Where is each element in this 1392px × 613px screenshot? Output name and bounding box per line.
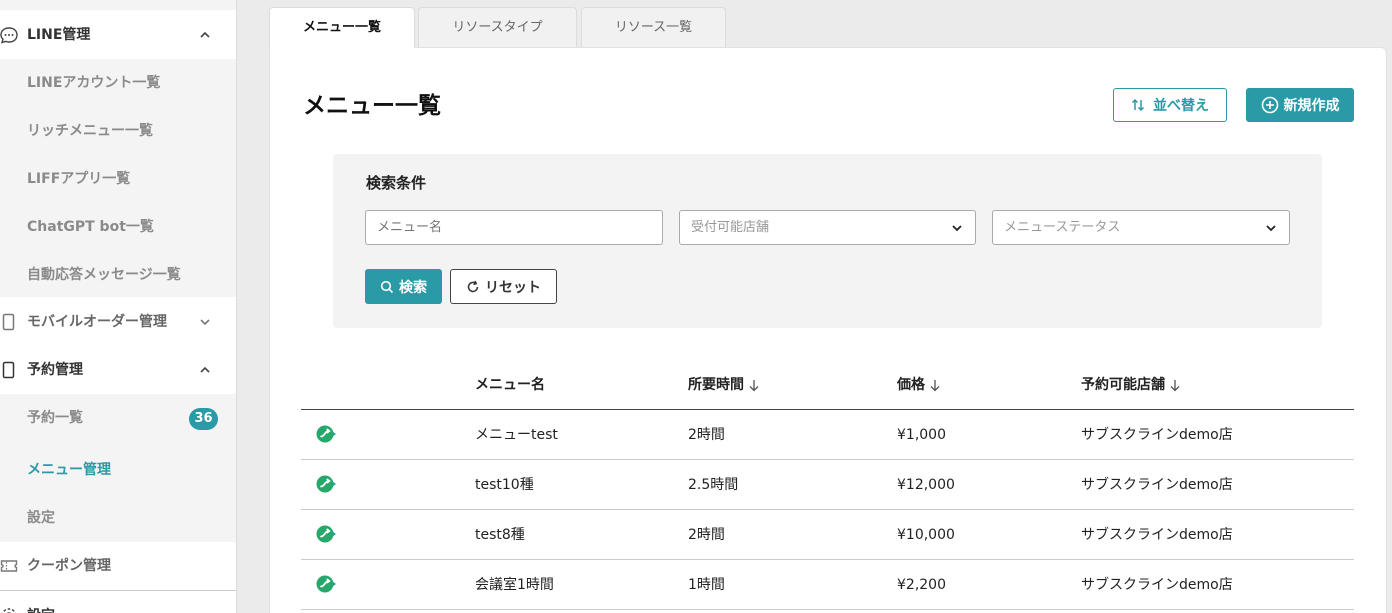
sidebar-group-settings[interactable]: 設定 (0, 592, 236, 613)
store-select-placeholder: 受付可能店舗 (691, 220, 770, 235)
menu-name-input[interactable] (365, 210, 663, 245)
table-row[interactable]: test10種 2.5時間 ¥12,000 サブスクラインdemo店 (301, 460, 1354, 510)
mobile-icon (2, 361, 15, 379)
price-cell: ¥1,000 (897, 427, 946, 443)
column-header-stores[interactable]: 予約可能店舗 (1081, 374, 1181, 396)
arrow-down-icon (749, 379, 759, 391)
chat-bubble-icon (0, 27, 18, 44)
sidebar-divider (0, 590, 236, 591)
column-header-label: 所要時間 (688, 377, 744, 393)
sort-button[interactable]: 並べ替え (1113, 88, 1227, 122)
column-header-price[interactable]: 価格 (897, 374, 941, 396)
duration-cell: 1時間 (688, 577, 725, 593)
store-cell: サブスクラインdemo店 (1081, 577, 1233, 593)
published-status-icon (316, 425, 336, 443)
sidebar-group-line[interactable]: LINE管理 (0, 11, 236, 59)
search-button-label: 検索 (399, 278, 427, 295)
table-row[interactable]: メニューtest 2時間 ¥1,000 サブスクラインdemo店 (301, 410, 1354, 460)
sidebar-group-reservation[interactable]: 予約管理 (0, 346, 236, 394)
menu-name-cell: test8種 (475, 527, 525, 543)
status-select-placeholder: メニューステータス (1004, 220, 1121, 235)
duration-cell: 2.5時間 (688, 477, 739, 493)
tab-resource-type[interactable]: リソースタイプ (418, 7, 577, 47)
chevron-down-icon (200, 319, 210, 326)
duration-cell: 2時間 (688, 427, 725, 443)
published-status-icon (316, 475, 336, 493)
gear-icon (1, 608, 17, 613)
sidebar-item-label: リッチメニュー一覧 (27, 123, 153, 139)
sidebar-item-menu-management[interactable]: メニュー管理 (0, 446, 236, 494)
sidebar-group-label: LINE管理 (27, 27, 91, 43)
chevron-down-icon (1266, 225, 1276, 232)
sidebar-item-label: LINEアカウント一覧 (27, 75, 161, 91)
search-panel-title: 検索条件 (366, 174, 427, 192)
sidebar-item-label: ChatGPT bot一覧 (27, 219, 154, 235)
published-status-icon (316, 575, 336, 593)
mobile-icon (2, 313, 15, 331)
sort-button-label: 並べ替え (1153, 97, 1209, 113)
chevron-down-icon (952, 225, 962, 232)
coupon-icon (0, 560, 18, 572)
tab-resource-list[interactable]: リソース一覧 (581, 7, 726, 47)
create-new-button-label: 新規作成 (1283, 97, 1340, 113)
published-status-icon (316, 525, 336, 543)
duration-cell: 2時間 (688, 527, 725, 543)
sidebar-item-reservation-settings[interactable]: 設定 (0, 494, 236, 542)
reservation-count-badge: 36 (189, 408, 218, 430)
column-header-menu-name: メニュー名 (475, 374, 545, 396)
column-header-label: 予約可能店舗 (1081, 377, 1165, 393)
menu-name-cell: test10種 (475, 477, 534, 493)
arrow-down-icon (1170, 379, 1180, 391)
sidebar: LINE管理 LINEアカウント一覧 リッチメニュー一覧 LIFFアプリ一覧 C… (0, 0, 237, 613)
column-header-duration[interactable]: 所要時間 (688, 374, 760, 396)
status-select[interactable]: メニューステータス (992, 210, 1290, 245)
refresh-icon (467, 280, 479, 292)
search-button[interactable]: 検索 (365, 269, 442, 304)
reset-button-label: リセット (485, 278, 541, 295)
store-cell: サブスクラインdemo店 (1081, 477, 1233, 493)
sidebar-item-label: メニュー管理 (27, 462, 111, 478)
sort-arrows-icon (1131, 98, 1145, 112)
sidebar-item-chatgpt-bots[interactable]: ChatGPT bot一覧 (0, 203, 236, 251)
chevron-up-icon (200, 366, 210, 373)
sidebar-group-label: クーポン管理 (27, 558, 111, 574)
create-new-button[interactable]: 新規作成 (1246, 88, 1354, 122)
sidebar-item-label: 予約一覧 (27, 410, 83, 426)
store-cell: サブスクラインdemo店 (1081, 527, 1233, 543)
chevron-up-icon (200, 31, 210, 38)
table-row[interactable]: test8種 2時間 ¥10,000 サブスクラインdemo店 (301, 510, 1354, 560)
table-row[interactable]: 会議室1時間 1時間 ¥2,200 サブスクラインdemo店 (301, 560, 1354, 610)
store-cell: サブスクラインdemo店 (1081, 427, 1233, 443)
sidebar-item-label: LIFFアプリ一覧 (27, 171, 131, 187)
sidebar-item-line-accounts[interactable]: LINEアカウント一覧 (0, 59, 236, 107)
sidebar-line-submenu: LINEアカウント一覧 リッチメニュー一覧 LIFFアプリ一覧 ChatGPT … (0, 59, 236, 299)
store-select[interactable]: 受付可能店舗 (679, 210, 976, 245)
arrow-down-icon (930, 379, 940, 391)
plus-circle-icon (1261, 96, 1278, 114)
price-cell: ¥2,200 (897, 577, 946, 593)
column-header-label: メニュー名 (475, 377, 545, 393)
price-cell: ¥12,000 (897, 477, 955, 493)
sidebar-group-label: 予約管理 (27, 362, 83, 378)
sidebar-group-mobile-order[interactable]: モバイルオーダー管理 (0, 298, 236, 346)
sidebar-top-strip (0, 0, 236, 10)
sidebar-item-liff-apps[interactable]: LIFFアプリ一覧 (0, 155, 236, 203)
sidebar-group-label: 設定 (27, 592, 55, 613)
sidebar-item-rich-menu[interactable]: リッチメニュー一覧 (0, 107, 236, 155)
sidebar-group-label: モバイルオーダー管理 (27, 314, 167, 330)
sidebar-group-coupon[interactable]: クーポン管理 (0, 542, 236, 590)
sidebar-item-label: 設定 (27, 510, 55, 526)
sidebar-item-auto-reply[interactable]: 自動応答メッセージ一覧 (0, 251, 236, 299)
menu-name-cell: メニューtest (475, 427, 558, 443)
column-header-label: 価格 (897, 377, 925, 393)
tab-menu-list[interactable]: メニュー一覧 (269, 7, 415, 48)
page-title: メニュー一覧 (303, 93, 441, 119)
price-cell: ¥10,000 (897, 527, 955, 543)
menu-name-cell: 会議室1時間 (475, 577, 554, 593)
sidebar-item-label: 自動応答メッセージ一覧 (27, 267, 181, 283)
search-icon (380, 280, 394, 293)
reset-button[interactable]: リセット (450, 269, 557, 304)
